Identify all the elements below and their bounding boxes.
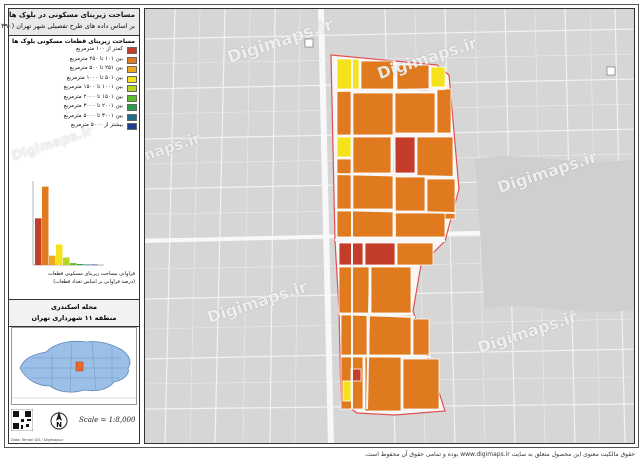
legend-label: بین ۵۰۱ تا ۱۰۰۰ مترمربع <box>66 74 123 81</box>
legend-swatch <box>127 56 137 64</box>
legend-heading: مساحت زیربنای قطعات مسکونی بلوک ها <box>12 38 135 45</box>
histogram-bar <box>91 264 98 266</box>
legend-item: بین ۱۵۰۱ تا ۲۰۰۰ مترمربع <box>13 93 137 103</box>
histogram-bar <box>35 218 42 265</box>
legend-label: کمتر از ۱۰۰ مترمربع <box>76 46 123 52</box>
info-box: محله اسکندری منطقه ۱۱ شهرداری تهران <box>9 299 139 327</box>
legend-swatch <box>127 104 137 111</box>
histogram-bar <box>70 263 77 265</box>
legend-item: کمتر از ۱۰۰ مترمربع <box>13 46 137 55</box>
histogram-bar <box>56 244 63 265</box>
legend-item: بین ۲۵۱ تا ۵۰۰ مترمربع <box>13 65 137 74</box>
chart-caption-sub: (درصد فراوانی بر اساس تعداد قطعات) <box>53 279 135 285</box>
neighborhood-name: محله اسکندری <box>50 303 98 311</box>
histogram-bar <box>63 257 70 265</box>
footer-copyright: حقوق مالکیت معنوی این محصول متعلق به سای… <box>364 451 635 458</box>
legend-label: بین ۱۰۰۱ تا ۱۵۰۰ مترمربع <box>63 84 123 90</box>
bottom-strip: N Scale = 1:8,000 Data: Tehran GIS / Dig… <box>9 407 139 443</box>
histogram-bar <box>49 255 56 265</box>
legend-swatch <box>127 113 137 121</box>
legend-swatch <box>127 47 137 54</box>
chart-caption: فراوانی مساحت زیربنای مسکونی قطعات <box>48 271 135 277</box>
district-name: منطقه ۱۱ شهرداری تهران <box>31 314 117 322</box>
map-subtitle: بر اساس داده های طرح تفصیلی شهر تهران (۱… <box>0 22 135 30</box>
histogram-bar <box>42 186 49 265</box>
legend-item: بین ۱۰۱ تا ۲۵۰ مترمربع <box>13 55 137 65</box>
legend-label: بین ۱۰۱ تا ۲۵۰ مترمربع <box>69 55 123 62</box>
legend-item: بین ۱۰۰۱ تا ۱۵۰۰ مترمربع <box>13 84 137 93</box>
legend-label: بین ۲۵۱ تا ۵۰۰ مترمربع <box>69 65 123 71</box>
district-highlight <box>75 361 84 372</box>
north-label: N <box>56 421 62 429</box>
map-canvas[interactable]: Digimaps.ir Digimaps.ir Digimaps.ir Digi… <box>144 8 635 444</box>
legend-swatch <box>127 66 137 73</box>
legend-swatch <box>127 123 137 130</box>
histogram-bar <box>77 264 84 265</box>
legend-swatch <box>127 85 137 92</box>
legend-label: بین ۲۰۰۱ تا ۳۰۰۰ مترمربع <box>63 103 123 109</box>
scale-label: Scale = 1:8,000 <box>79 416 136 424</box>
data-credit: Data: Tehran GIS / Digimaps.ir <box>11 438 64 442</box>
legend-item: بین ۵۰۱ تا ۱۰۰۰ مترمربع <box>13 74 137 84</box>
qr-code-icon <box>11 409 33 431</box>
legend-swatch <box>127 94 137 102</box>
histogram-bar <box>84 264 91 266</box>
legend-item: بین ۳۰۰۱ تا ۵۰۰۰ مترمربع <box>13 112 137 122</box>
locator-minimap <box>11 327 137 405</box>
tehran-outline <box>19 340 131 393</box>
poi-marker-icon <box>606 66 616 76</box>
north-arrow-icon: N <box>50 411 68 430</box>
map-title: مساحت زیربنای مسکونی در بلوک ها <box>8 11 135 19</box>
histogram-chart: فراوانی مساحت زیربنای مسکونی قطعات (درصد… <box>13 169 137 289</box>
legend-panel: مساحت زیربنای مسکونی در بلوک ها بر اساس … <box>0 8 140 444</box>
legend-label: بین ۱۵۰۱ تا ۲۰۰۰ مترمربع <box>63 93 123 100</box>
legend-swatch <box>127 75 137 83</box>
legend-label: بین ۳۰۰۱ تا ۵۰۰۰ مترمربع <box>63 112 123 119</box>
legend-item: بین ۲۰۰۱ تا ۳۰۰۰ مترمربع <box>13 103 137 112</box>
title-box: مساحت زیربنای مسکونی در بلوک ها بر اساس … <box>0 9 139 36</box>
